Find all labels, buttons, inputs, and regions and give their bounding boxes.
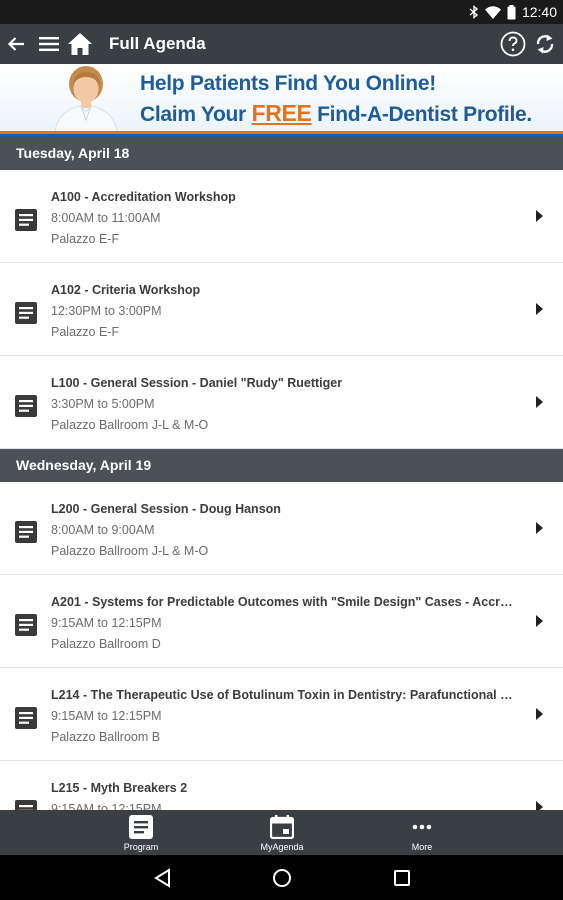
- bluetooth-icon: [469, 5, 479, 19]
- chevron-right-icon: [536, 615, 543, 627]
- chevron-right-icon: [536, 708, 543, 720]
- day-header: Tuesday, April 18: [0, 137, 563, 170]
- tab-myagenda[interactable]: MyAgenda: [242, 810, 322, 855]
- document-icon: [15, 800, 37, 810]
- battery-icon: [507, 4, 516, 19]
- document-icon: [15, 395, 37, 417]
- session-time: 9:15AM to 12:15PM: [51, 616, 162, 630]
- sync-icon[interactable]: [531, 24, 559, 64]
- banner-subline-suffix: Find-A-Dentist Profile.: [311, 103, 532, 126]
- banner-subline: Claim Your FREE Find-A-Dentist Profile.: [140, 100, 532, 127]
- session-room: Palazzo Ballroom B: [51, 730, 161, 744]
- banner-headline: Help Patients Find You Online!: [140, 72, 436, 95]
- session-time: 3:30PM to 5:00PM: [51, 397, 155, 411]
- session-row[interactable]: A102 - Criteria Workshop 12:30PM to 3:00…: [0, 263, 563, 356]
- ad-banner[interactable]: Help Patients Find You Online! Claim You…: [0, 64, 563, 137]
- home-icon[interactable]: [66, 24, 94, 64]
- session-title: L215 - Myth Breakers 2: [51, 781, 188, 795]
- chevron-right-icon: [536, 522, 543, 534]
- session-time: 9:15AM to 12:15PM: [51, 802, 162, 810]
- session-time: 8:00AM to 11:00AM: [51, 211, 161, 225]
- session-row[interactable]: L215 - Myth Breakers 2 9:15AM to 12:15PM: [0, 761, 563, 810]
- status-bar: 12:40: [0, 0, 563, 24]
- nav-back-icon[interactable]: [138, 855, 186, 900]
- nav-home-icon[interactable]: [258, 855, 306, 900]
- back-arrow-icon[interactable]: [4, 24, 28, 64]
- bottom-tab-bar: Program MyAgenda More: [0, 810, 563, 855]
- tab-more-label: More: [411, 842, 433, 852]
- document-icon: [15, 302, 37, 324]
- session-row[interactable]: L214 - The Therapeutic Use of Botulinum …: [0, 668, 563, 761]
- tab-myagenda-label: MyAgenda: [260, 842, 304, 852]
- session-title: A201 - Systems for Predictable Outcomes …: [51, 595, 516, 609]
- dentist-portrait: [54, 66, 118, 132]
- document-icon: [15, 707, 37, 729]
- session-row[interactable]: L100 - General Session - Daniel "Rudy" R…: [0, 356, 563, 449]
- page-title: Full Agenda: [109, 34, 206, 53]
- nav-recents-icon[interactable]: [378, 855, 426, 900]
- document-icon: [15, 209, 37, 231]
- document-icon: [15, 521, 37, 543]
- chevron-right-icon: [536, 210, 543, 222]
- calendar-icon: [270, 815, 294, 839]
- session-room: Palazzo E-F: [51, 232, 120, 246]
- session-room: Palazzo Ballroom J-L & M-O: [51, 544, 209, 558]
- session-title: L200 - General Session - Doug Hanson: [51, 502, 281, 516]
- session-time: 9:15AM to 12:15PM: [51, 709, 162, 723]
- session-title: A102 - Criteria Workshop: [51, 283, 201, 297]
- day-header: Wednesday, April 19: [0, 449, 563, 482]
- banner-free-text: FREE: [251, 100, 312, 126]
- session-row[interactable]: A201 - Systems for Predictable Outcomes …: [0, 575, 563, 668]
- session-row[interactable]: L200 - General Session - Doug Hanson 8:0…: [0, 482, 563, 575]
- session-room: Palazzo Ballroom J-L & M-O: [51, 418, 209, 432]
- tab-program[interactable]: Program: [101, 810, 181, 855]
- chevron-right-icon: [536, 801, 543, 810]
- wifi-icon: [484, 5, 501, 19]
- tab-program-label: Program: [123, 842, 159, 852]
- agenda-list[interactable]: Tuesday, April 18 A100 - Accreditation W…: [0, 137, 563, 810]
- status-icons: 12:40: [469, 3, 557, 21]
- document-icon: [15, 614, 37, 636]
- chevron-right-icon: [536, 396, 543, 408]
- session-row[interactable]: A100 - Accreditation Workshop 8:00AM to …: [0, 170, 563, 263]
- session-room: Palazzo E-F: [51, 325, 120, 339]
- chevron-right-icon: [536, 303, 543, 315]
- help-circle-icon[interactable]: [499, 24, 527, 64]
- program-icon: [129, 815, 153, 839]
- session-title: L214 - The Therapeutic Use of Botulinum …: [51, 688, 516, 702]
- system-nav-bar: [0, 855, 563, 900]
- app-bar: Full Agenda: [0, 24, 563, 64]
- session-time: 12:30PM to 3:00PM: [51, 304, 162, 318]
- banner-subline-prefix: Claim Your: [140, 103, 252, 126]
- more-dots-icon: [410, 815, 434, 839]
- session-title: L100 - General Session - Daniel "Rudy" R…: [51, 376, 343, 390]
- session-time: 8:00AM to 9:00AM: [51, 523, 155, 537]
- session-room: Palazzo Ballroom D: [51, 637, 161, 651]
- session-title: A100 - Accreditation Workshop: [51, 190, 236, 204]
- tab-more[interactable]: More: [382, 810, 462, 855]
- hamburger-menu-icon[interactable]: [36, 24, 62, 64]
- status-time: 12:40: [521, 4, 557, 20]
